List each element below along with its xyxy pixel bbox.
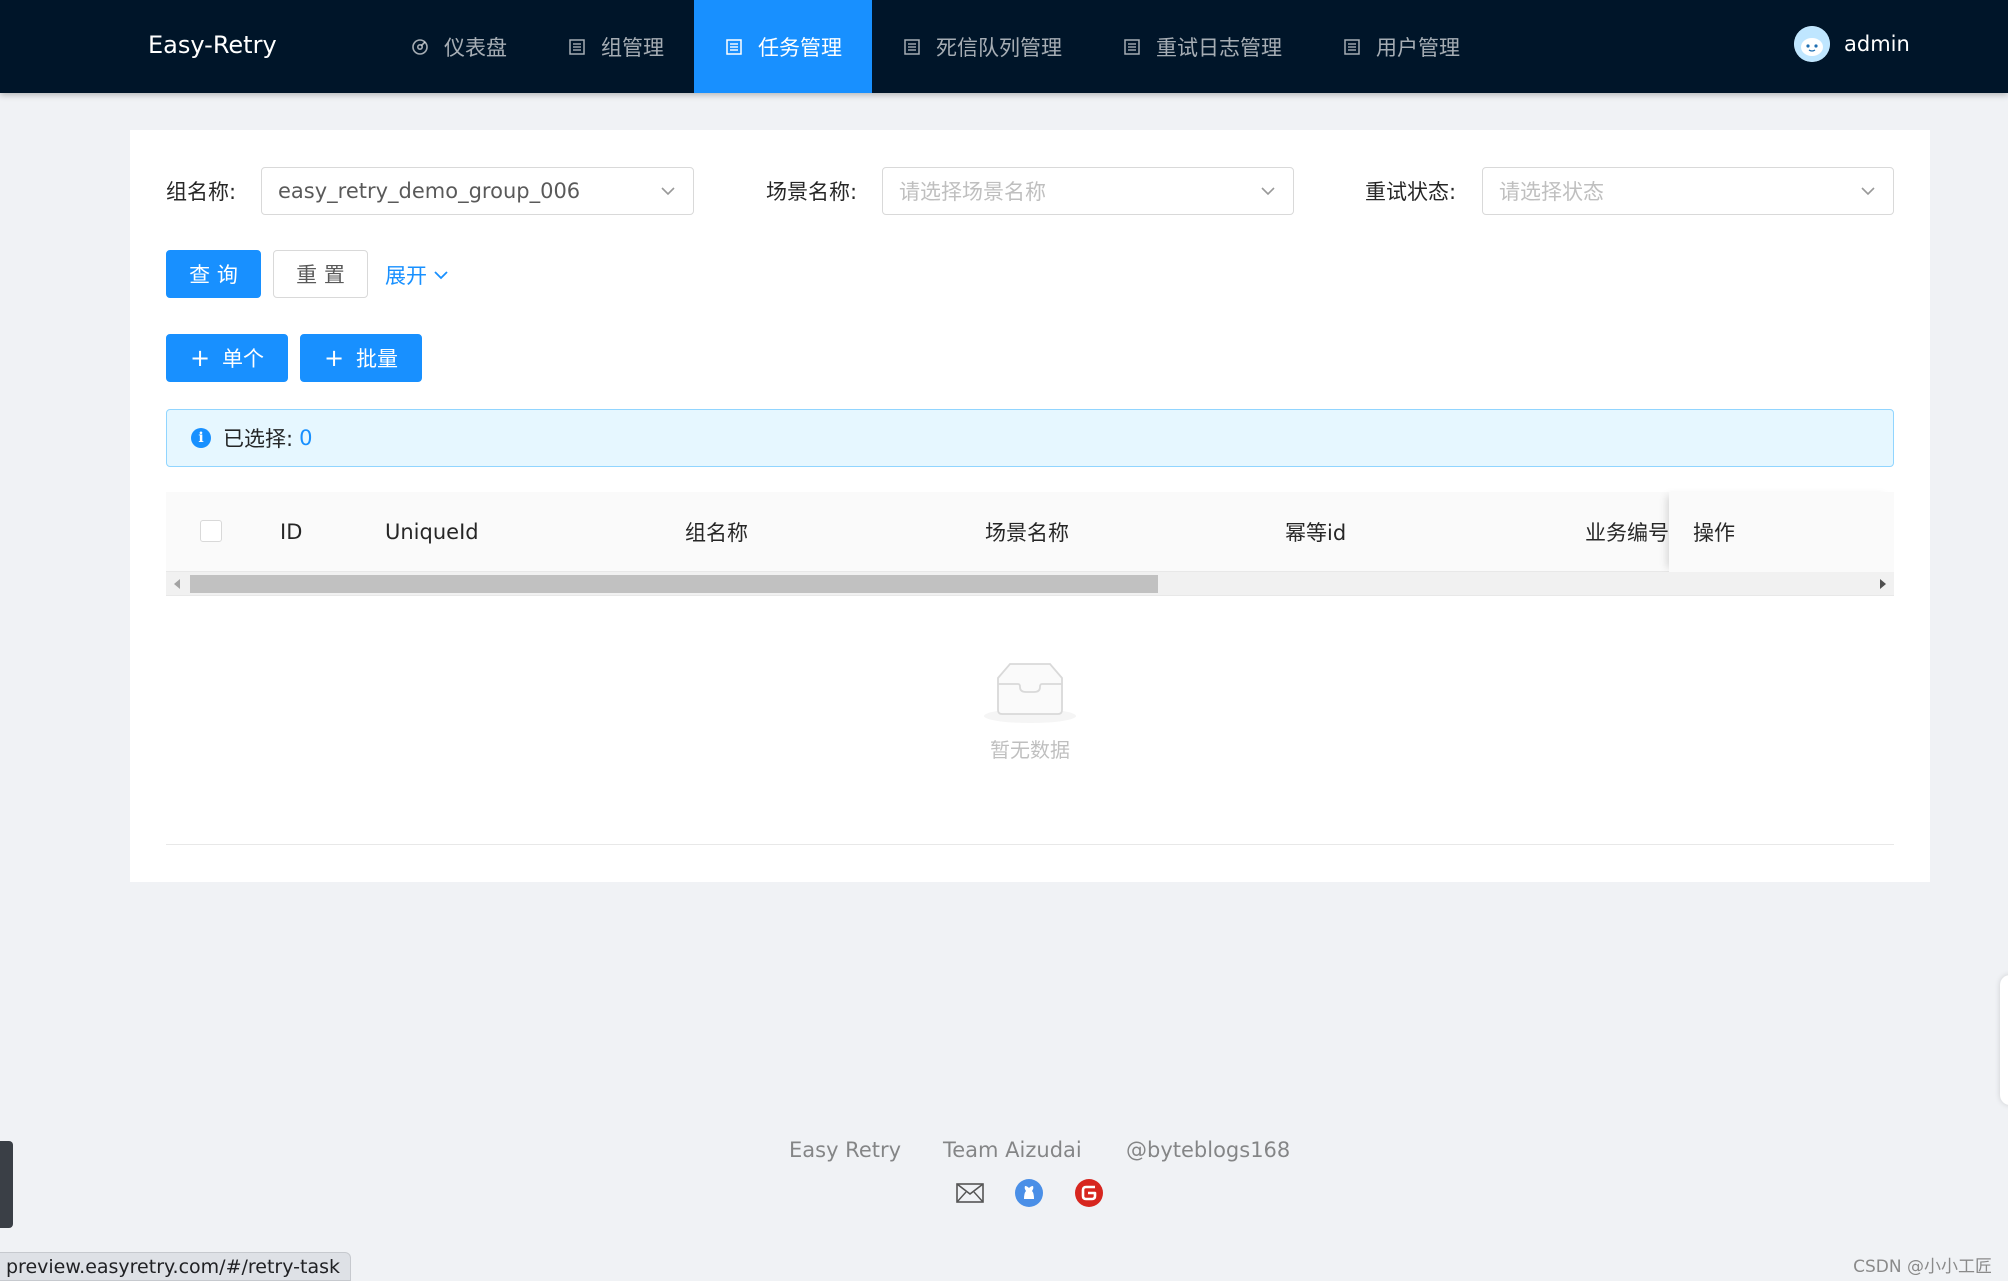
side-widget[interactable] — [0, 1141, 13, 1228]
gitee-icon[interactable] — [1074, 1178, 1104, 1208]
group-select-value: easy_retry_demo_group_006 — [278, 179, 581, 203]
reset-button[interactable]: 重 置 — [273, 250, 368, 298]
status-label: 重试状态: — [1365, 180, 1457, 204]
query-button[interactable]: 查 询 — [166, 250, 261, 298]
selection-label: 已选择: — [223, 427, 294, 451]
nav-label-dashboard: 仪表盘 — [444, 35, 507, 60]
scene-select[interactable]: 请选择场景名称 — [882, 167, 1294, 215]
watermark: CSDN @小小工匠 — [1853, 1257, 1992, 1277]
selection-count: 0 — [299, 426, 313, 450]
column-group-name[interactable]: 组名称 — [685, 492, 748, 572]
scroll-right-icon[interactable] — [1880, 579, 1886, 589]
horizontal-scrollbar[interactable] — [166, 572, 1894, 596]
column-unique-id[interactable]: UniqueId — [385, 492, 479, 572]
footer-link-team[interactable]: Team Aizudai — [943, 1138, 1082, 1162]
group-select[interactable]: easy_retry_demo_group_006 — [261, 167, 694, 215]
chevron-down-icon — [1261, 187, 1275, 196]
chevron-down-icon — [1861, 187, 1875, 196]
column-idempotent-id[interactable]: 幂等id — [1285, 492, 1346, 572]
app-logo[interactable]: Easy-Retry — [148, 31, 277, 59]
add-single-button[interactable]: + 单个 — [166, 334, 288, 382]
nav-label-user: 用户管理 — [1376, 35, 1460, 60]
nav-label-retry-log: 重试日志管理 — [1156, 35, 1282, 60]
table-header: ID UniqueId 组名称 场景名称 幂等id 业务编号 操作 — [166, 492, 1894, 572]
list-icon — [1342, 37, 1362, 57]
column-biz-no[interactable]: 业务编号 — [1585, 492, 1669, 572]
column-id[interactable]: ID — [280, 492, 302, 572]
expand-label: 展开 — [385, 264, 427, 288]
github-icon[interactable] — [1014, 1178, 1044, 1208]
list-icon — [1122, 37, 1142, 57]
nav-label-group: 组管理 — [601, 35, 664, 60]
add-batch-label: 批量 — [356, 347, 399, 371]
status-select[interactable]: 请选择状态 — [1482, 167, 1894, 215]
empty-text: 暂无数据 — [990, 738, 1070, 762]
plus-icon: + — [189, 344, 211, 372]
fixed-action-column: 操作 — [1669, 492, 1894, 572]
select-all-checkbox[interactable] — [200, 520, 222, 542]
user-menu[interactable]: admin — [1794, 26, 1910, 62]
nav-label-task: 任务管理 — [758, 35, 842, 60]
scene-label: 场景名称: — [766, 180, 858, 204]
plus-icon: + — [323, 344, 345, 372]
group-label: 组名称: — [166, 180, 237, 204]
empty-box-icon — [984, 663, 1076, 723]
nav-item-task[interactable]: 任务管理 — [694, 0, 872, 93]
column-scene-name[interactable]: 场景名称 — [985, 492, 1069, 572]
list-icon — [902, 37, 922, 57]
task-list-card: 组名称: easy_retry_demo_group_006 场景名称: 请选择… — [130, 130, 1930, 882]
status-select-placeholder: 请选择状态 — [1499, 180, 1604, 204]
footer-link-author[interactable]: @byteblogs168 — [1126, 1138, 1290, 1162]
expand-toggle[interactable]: 展开 — [385, 260, 451, 290]
add-batch-button[interactable]: + 批量 — [300, 334, 422, 382]
username: admin — [1844, 32, 1910, 56]
scroll-left-icon[interactable] — [174, 579, 180, 589]
footer-link-easy-retry[interactable]: Easy Retry — [789, 1138, 901, 1162]
add-single-label: 单个 — [222, 347, 265, 371]
empty-state: 暂无数据 — [960, 660, 1100, 763]
nav-item-retry-log[interactable]: 重试日志管理 — [1092, 0, 1312, 93]
info-icon: i — [191, 428, 211, 448]
top-navbar: Easy-Retry 仪表盘 组管理 任务管理 死信队列管理 重试日志管理 用户… — [0, 0, 2008, 93]
nav-item-dashboard[interactable]: 仪表盘 — [380, 0, 537, 93]
mail-icon[interactable] — [955, 1178, 985, 1208]
nav-item-dead-letter[interactable]: 死信队列管理 — [872, 0, 1092, 93]
avatar — [1794, 26, 1830, 62]
selection-alert: i 已选择: 0 — [166, 409, 1894, 467]
chevron-down-icon — [434, 271, 448, 280]
dashboard-icon — [410, 37, 430, 57]
main-nav: 仪表盘 组管理 任务管理 死信队列管理 重试日志管理 用户管理 — [380, 0, 1490, 93]
scene-select-placeholder: 请选择场景名称 — [899, 180, 1046, 204]
column-actions[interactable]: 操作 — [1693, 492, 1735, 572]
list-icon — [724, 37, 744, 57]
browser-status-url: preview.easyretry.com/#/retry-task — [0, 1252, 351, 1281]
side-widget-right[interactable] — [2000, 975, 2008, 1105]
nav-item-user[interactable]: 用户管理 — [1312, 0, 1490, 93]
scroll-thumb[interactable] — [190, 575, 1158, 593]
nav-label-dead-letter: 死信队列管理 — [936, 35, 1062, 60]
table-divider — [166, 844, 1894, 845]
chevron-down-icon — [661, 187, 675, 196]
nav-item-group[interactable]: 组管理 — [537, 0, 694, 93]
list-icon — [567, 37, 587, 57]
